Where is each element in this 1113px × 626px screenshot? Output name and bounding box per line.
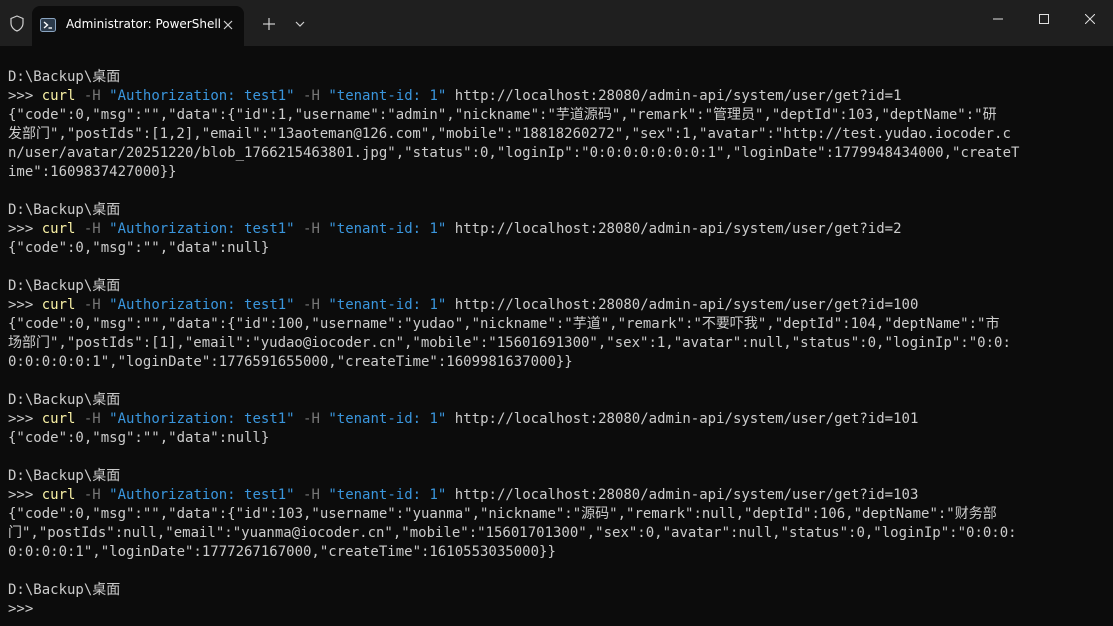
- header-string: "tenant-id: 1": [328, 88, 447, 104]
- request-url: http://localhost:28080/admin-api/system/…: [454, 297, 919, 313]
- output-line: 0:0:0:0:1","loginDate":1777267167000,"cr…: [8, 544, 556, 560]
- command-line: >>> curl -H "Authorization: test1" -H "t…: [8, 296, 1113, 315]
- output-line: 门","postIds":null,"email":"yuanma@iocode…: [8, 525, 1017, 541]
- output-line: 发部门","postIds":[1,2],"email":"13aoteman@…: [8, 126, 1011, 142]
- minimize-button[interactable]: [975, 0, 1021, 40]
- close-button[interactable]: [1067, 0, 1113, 40]
- command-name: curl: [41, 297, 76, 313]
- command-name: curl: [41, 411, 76, 427]
- command-name: curl: [41, 88, 76, 104]
- output-line: {"code":0,"msg":"","data":null}: [8, 430, 270, 446]
- flag: -H: [303, 297, 320, 313]
- flag: -H: [303, 221, 320, 237]
- output-line: 场部门","postIds":[1],"email":"yudao@iocode…: [8, 335, 1011, 351]
- output-line: n/user/avatar/20251220/blob_176621546380…: [8, 145, 1020, 161]
- minimize-icon: [993, 18, 1003, 20]
- header-string: "Authorization: test1": [109, 411, 295, 427]
- prompt-symbol: >>>: [8, 601, 34, 617]
- output-line: ime":1609837427000}}: [8, 164, 177, 180]
- header-string: "tenant-id: 1": [328, 221, 447, 237]
- header-string: "tenant-id: 1": [328, 487, 447, 503]
- prompt-directory: D:\Backup\桌面: [8, 392, 121, 408]
- prompt-symbol: >>>: [8, 487, 42, 503]
- output-line: {"code":0,"msg":"","data":{"id":103,"use…: [8, 506, 997, 522]
- command-line: >>> curl -H "Authorization: test1" -H "t…: [8, 486, 1113, 505]
- output-line: 0:0:0:0:0:1","loginDate":1776591655000,"…: [8, 354, 573, 370]
- tab-powershell[interactable]: Administrator: PowerShell: [32, 6, 244, 46]
- prompt-directory: D:\Backup\桌面: [8, 69, 121, 85]
- prompt-directory: D:\Backup\桌面: [8, 468, 121, 484]
- request-url: http://localhost:28080/admin-api/system/…: [454, 411, 919, 427]
- prompt-directory: D:\Backup\桌面: [8, 278, 121, 294]
- prompt-symbol: >>>: [8, 297, 42, 313]
- prompt-directory: D:\Backup\桌面: [8, 582, 121, 598]
- flag: -H: [303, 88, 320, 104]
- flag: -H: [83, 221, 101, 237]
- header-string: "tenant-id: 1": [328, 411, 447, 427]
- maximize-icon: [1039, 14, 1049, 24]
- command-line-active[interactable]: >>>: [8, 600, 1113, 619]
- output-line: {"code":0,"msg":"","data":{"id":1,"usern…: [8, 107, 997, 123]
- command-line: >>> curl -H "Authorization: test1" -H "t…: [8, 87, 1113, 106]
- command-line: >>> curl -H "Authorization: test1" -H "t…: [8, 220, 1113, 239]
- output-line: {"code":0,"msg":"","data":{"id":100,"use…: [8, 316, 1000, 332]
- close-icon: [1085, 14, 1095, 24]
- prompt-directory: D:\Backup\桌面: [8, 202, 121, 218]
- command-line: >>> curl -H "Authorization: test1" -H "t…: [8, 410, 1113, 429]
- powershell-icon: [40, 18, 56, 32]
- output-line: {"code":0,"msg":"","data":null}: [8, 240, 270, 256]
- close-tab-icon[interactable]: [220, 17, 236, 33]
- command-name: curl: [41, 221, 76, 237]
- flag: -H: [83, 411, 101, 427]
- header-string: "Authorization: test1": [109, 487, 295, 503]
- request-url: http://localhost:28080/admin-api/system/…: [454, 221, 902, 237]
- terminal-window: Administrator: PowerShell D:\Backup\桌面 >…: [0, 0, 1113, 626]
- prompt-symbol: >>>: [8, 88, 42, 104]
- chevron-down-icon[interactable]: [291, 14, 309, 34]
- flag: -H: [303, 487, 320, 503]
- prompt-symbol: >>>: [8, 411, 42, 427]
- tab-title: Administrator: PowerShell: [66, 17, 222, 31]
- request-url: http://localhost:28080/admin-api/system/…: [454, 88, 902, 104]
- flag: -H: [83, 487, 101, 503]
- command-name: curl: [41, 487, 76, 503]
- plus-icon[interactable]: [259, 14, 279, 34]
- header-string: "tenant-id: 1": [328, 297, 447, 313]
- header-string: "Authorization: test1": [109, 297, 295, 313]
- flag: -H: [83, 88, 101, 104]
- maximize-button[interactable]: [1021, 0, 1067, 40]
- header-string: "Authorization: test1": [109, 88, 295, 104]
- prompt-symbol: >>>: [8, 221, 42, 237]
- request-url: http://localhost:28080/admin-api/system/…: [454, 487, 919, 503]
- shield-icon: [10, 15, 24, 32]
- flag: -H: [83, 297, 101, 313]
- header-string: "Authorization: test1": [109, 221, 295, 237]
- title-bar: Administrator: PowerShell: [0, 0, 1113, 46]
- flag: -H: [303, 411, 320, 427]
- terminal-output[interactable]: D:\Backup\桌面 >>> curl -H "Authorization:…: [0, 46, 1113, 626]
